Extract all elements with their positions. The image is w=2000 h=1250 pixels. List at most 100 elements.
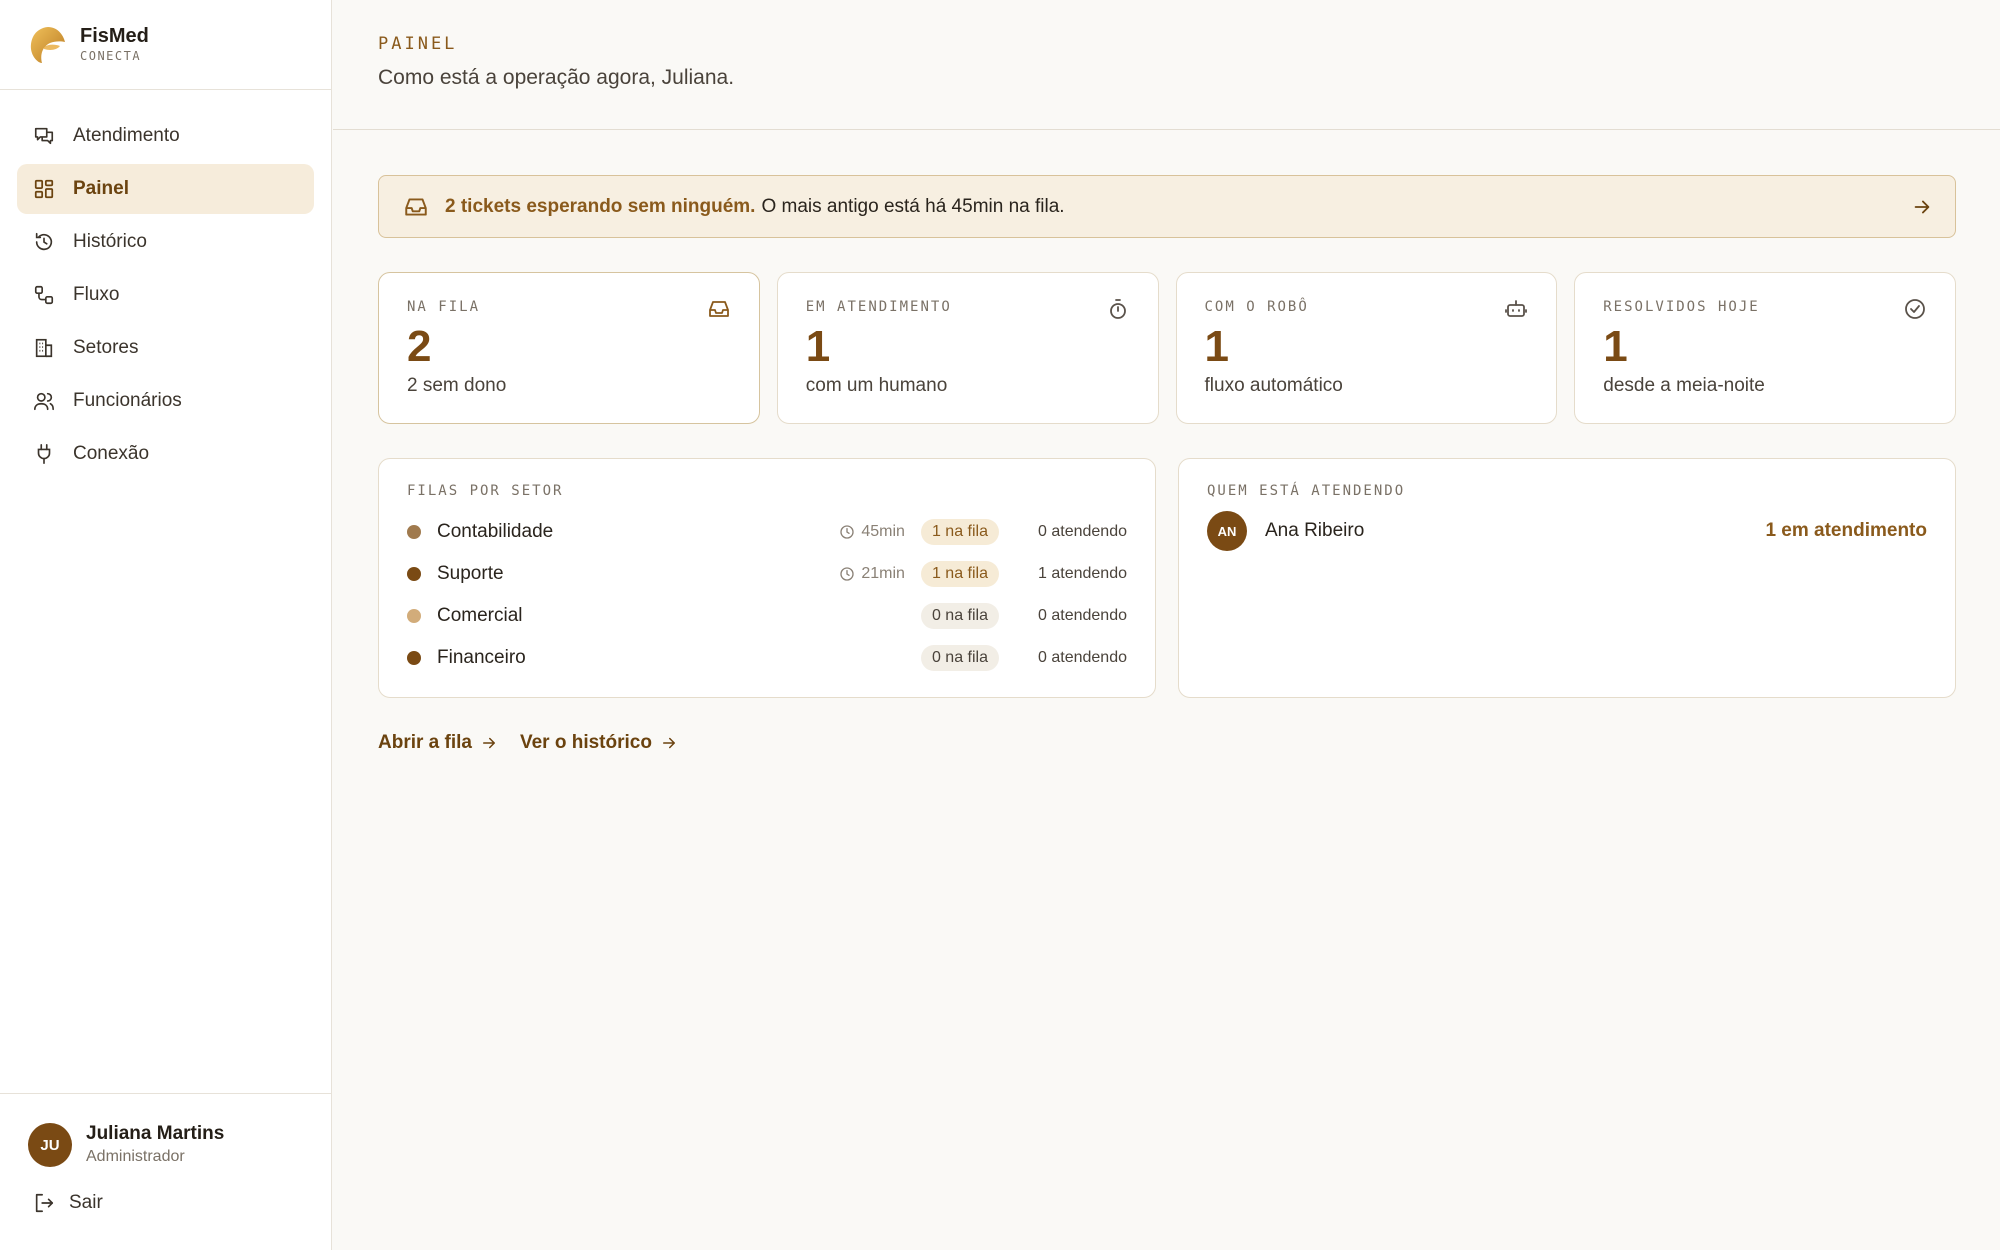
serving-count: 0 atendendo <box>1038 607 1127 624</box>
inbox-icon <box>708 301 729 317</box>
sidebar-item-label: Painel <box>73 178 129 199</box>
waiting-tickets-alert[interactable]: 2 tickets esperando sem ninguém. O mais … <box>378 175 1956 238</box>
user-role: Administrador <box>86 1148 185 1165</box>
list-item[interactable]: Financeiro 0 na fila 0 atendendo <box>407 637 1127 679</box>
wait-time: 21min <box>839 565 905 583</box>
panel-title: QUEM ESTÁ ATENDENDO <box>1207 483 1406 499</box>
check-circle-icon <box>1905 299 1925 319</box>
sector-color-dot <box>407 567 421 581</box>
sector-name: Comercial <box>437 605 523 626</box>
stat-description: fluxo automático <box>1204 375 1343 396</box>
stat-card-na-fila[interactable]: NA FILA 2 2 sem dono <box>378 272 760 424</box>
avatar: JU <box>28 1123 72 1167</box>
sector-color-dot <box>407 609 421 623</box>
alert-text: O mais antigo está há 45min na fila. <box>761 195 1065 217</box>
sidebar-item-label: Histórico <box>73 231 147 252</box>
queue-count-badge: 1 na fila <box>920 519 999 545</box>
stats-row: NA FILA 2 2 sem dono EM ATENDIMENTO 1 co… <box>378 272 1956 424</box>
stat-value: 1 <box>805 322 831 371</box>
sidebar-item-label: Conexão <box>73 443 150 464</box>
stat-card-resolvidos-hoje[interactable]: RESOLVIDOS HOJE 1 desde a meia-noite <box>1574 272 1956 424</box>
sector-color-dot <box>407 651 421 665</box>
stat-description: 2 sem dono <box>407 375 507 396</box>
sector-queues-panel: FILAS POR SETOR Contabilidade 45min 1 na… <box>378 458 1156 698</box>
stat-label: NA FILA <box>407 299 481 315</box>
sidebar-nav: Atendimento Painel Histórico Fluxo Setor… <box>0 90 331 479</box>
user-name: Juliana Martins <box>86 1123 225 1144</box>
logout-button[interactable]: Sair <box>0 1168 331 1214</box>
sidebar-item-funcionarios[interactable]: Funcionários <box>17 376 314 426</box>
arrow-right-icon <box>662 737 675 749</box>
agent-name: Ana Ribeiro <box>1265 520 1365 541</box>
sidebar-item-conexao[interactable]: Conexão <box>17 429 314 479</box>
sidebar-item-label: Atendimento <box>73 125 180 146</box>
robot-icon <box>1505 300 1528 317</box>
sidebar-footer: JU Juliana Martins Administrador Sair <box>0 1093 331 1250</box>
sector-name: Suporte <box>437 563 504 584</box>
wait-time-value: 21min <box>861 565 905 582</box>
inbox-icon <box>405 197 427 216</box>
sector-name: Financeiro <box>437 647 526 668</box>
grid-icon <box>33 178 55 200</box>
stat-card-em-atendimento[interactable]: EM ATENDIMENTO 1 com um humano <box>776 272 1159 424</box>
stat-value: 2 <box>407 322 432 371</box>
queue-count-badge: 1 na fila <box>920 561 999 587</box>
stat-value: 1 <box>1204 322 1229 371</box>
brand-name: FisMed <box>80 24 149 47</box>
wait-time-value: 45min <box>861 523 905 540</box>
serving-count: 1 atendendo <box>1038 565 1127 582</box>
brand-logo-icon <box>30 26 65 63</box>
logout-icon <box>35 1193 54 1213</box>
brand[interactable]: FisMed CONECTA <box>0 0 331 90</box>
sidebar-item-label: Fluxo <box>73 284 120 305</box>
view-history-link[interactable]: Ver o histórico <box>520 732 678 754</box>
quick-links: Abrir a fila Ver o histórico <box>378 732 678 754</box>
active-agents-panel: QUEM ESTÁ ATENDENDO AN Ana Ribeiro 1 em … <box>1178 458 1956 698</box>
list-item[interactable]: Suporte 21min 1 na fila 1 atendendo <box>407 553 1127 595</box>
sidebar-item-painel[interactable]: Painel <box>17 164 314 214</box>
page-subtitle: Como está a operação agora, Juliana. <box>378 66 735 89</box>
history-icon <box>33 231 55 253</box>
stat-label: COM O ROBÔ <box>1204 299 1309 315</box>
avatar: AN <box>1207 511 1247 551</box>
main-content: PAINEL Como está a operação agora, Julia… <box>333 0 2000 1250</box>
user-profile[interactable]: JU Juliana Martins Administrador <box>0 1094 331 1168</box>
open-queue-link[interactable]: Abrir a fila <box>378 732 498 754</box>
serving-count: 0 atendendo <box>1038 523 1127 540</box>
flow-icon <box>33 284 55 306</box>
sidebar-item-historico[interactable]: Histórico <box>17 217 314 267</box>
queue-count-badge: 0 na fila <box>920 645 999 671</box>
arrow-right-icon <box>1914 200 1930 214</box>
sidebar-item-label: Funcionários <box>73 390 182 411</box>
sidebar-item-label: Setores <box>73 337 139 358</box>
stat-description: desde a meia-noite <box>1603 375 1765 396</box>
wait-time: 45min <box>839 523 905 541</box>
list-item[interactable]: Comercial 0 na fila 0 atendendo <box>407 595 1127 637</box>
clock-icon <box>840 567 855 581</box>
link-label: Abrir a fila <box>378 732 472 753</box>
stopwatch-icon <box>1109 299 1126 319</box>
sector-name: Contabilidade <box>437 521 554 542</box>
queue-count-badge: 0 na fila <box>920 603 999 629</box>
panel-title: FILAS POR SETOR <box>407 483 564 499</box>
list-item[interactable]: Contabilidade 45min 1 na fila 0 atendend… <box>407 511 1127 553</box>
link-label: Ver o histórico <box>519 732 652 753</box>
list-item[interactable]: AN Ana Ribeiro 1 em atendimento <box>1207 511 1927 551</box>
serving-count: 0 atendendo <box>1038 649 1127 666</box>
arrow-right-icon <box>482 737 495 749</box>
clock-icon <box>840 525 855 539</box>
sidebar-item-setores[interactable]: Setores <box>17 323 314 373</box>
logout-label: Sair <box>69 1192 103 1213</box>
building-icon <box>33 337 55 359</box>
brand-subtitle: CONECTA <box>80 48 142 63</box>
stat-card-com-o-robo[interactable]: COM O ROBÔ 1 fluxo automático <box>1175 272 1558 424</box>
sidebar-item-fluxo[interactable]: Fluxo <box>17 270 314 320</box>
sidebar-item-atendimento[interactable]: Atendimento <box>17 111 314 161</box>
agent-active-count: 1 em atendimento <box>1765 520 1927 541</box>
sector-color-dot <box>407 525 421 539</box>
stat-description: com um humano <box>805 375 948 396</box>
sidebar: FisMed CONECTA Atendimento Painel Histór… <box>0 0 332 1250</box>
chat-icon <box>33 125 55 147</box>
plug-icon <box>33 443 55 465</box>
page-header: PAINEL Como está a operação agora, Julia… <box>333 0 2000 130</box>
